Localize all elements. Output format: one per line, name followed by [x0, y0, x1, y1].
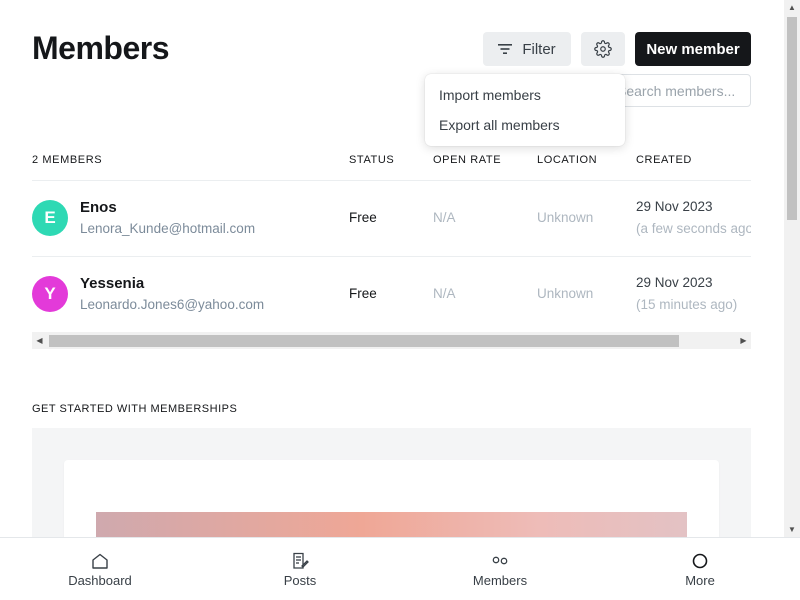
column-header-created[interactable]: CREATED [636, 154, 692, 166]
scroll-left-arrow-icon[interactable]: ◀ [32, 332, 47, 349]
page-vertical-scrollbar[interactable]: ▲ ▼ [784, 0, 800, 537]
member-status: Free [349, 286, 377, 301]
get-started-heading: GET STARTED WITH MEMBERSHIPS [32, 403, 238, 415]
export-all-members-menu-item[interactable]: Export all members [425, 110, 625, 140]
member-email: Leonardo.Jones6@yahoo.com [80, 297, 265, 312]
member-location: Unknown [537, 210, 594, 225]
member-name: Enos [80, 199, 117, 216]
scroll-down-arrow-icon[interactable]: ▼ [784, 522, 800, 537]
avatar: Y [32, 276, 68, 312]
get-started-panel [32, 428, 751, 537]
nav-label-more: More [685, 573, 715, 588]
member-location: Unknown [537, 286, 594, 301]
nav-label-posts: Posts [283, 573, 317, 588]
import-members-menu-item[interactable]: Import members [425, 80, 625, 110]
settings-dropdown-menu: Import members Export all members [425, 74, 625, 146]
table-row[interactable]: Y Yessenia Leonardo.Jones6@yahoo.com Fre… [32, 256, 751, 332]
table-row[interactable]: E Enos Lenora_Kunde@hotmail.com Free N/A… [32, 180, 751, 256]
page-title: Members [32, 30, 170, 66]
filter-button[interactable]: Filter [483, 32, 571, 66]
new-member-button[interactable]: New member [635, 32, 751, 66]
member-name: Yessenia [80, 275, 145, 292]
member-created-ago: (15 minutes ago) [636, 297, 738, 312]
member-created-date: 29 Nov 2023 [636, 199, 713, 214]
scrollbar-thumb[interactable] [787, 17, 797, 220]
nav-item-members[interactable]: Members [400, 538, 600, 600]
bottom-navigation: Dashboard Posts Members More [0, 537, 800, 600]
home-icon [90, 552, 110, 570]
settings-button[interactable] [581, 32, 625, 66]
nav-item-more[interactable]: More [600, 538, 800, 600]
nav-item-dashboard[interactable]: Dashboard [0, 538, 200, 600]
scroll-right-arrow-icon[interactable]: ▶ [736, 332, 751, 349]
member-open-rate: N/A [433, 210, 456, 225]
gear-icon [594, 40, 612, 58]
member-open-rate: N/A [433, 286, 456, 301]
member-created-date: 29 Nov 2023 [636, 275, 713, 290]
members-page: Members Filter New member Import members… [0, 0, 784, 537]
get-started-card [64, 460, 719, 537]
nav-label-dashboard: Dashboard [68, 573, 132, 588]
posts-icon [290, 552, 310, 570]
more-icon [690, 552, 710, 570]
members-icon [490, 552, 510, 570]
scroll-up-arrow-icon[interactable]: ▲ [784, 0, 800, 15]
column-header-location[interactable]: LOCATION [537, 154, 597, 166]
nav-label-members: Members [472, 573, 528, 588]
avatar: E [32, 200, 68, 236]
member-status: Free [349, 210, 377, 225]
table-horizontal-scrollbar[interactable]: ◀ ▶ [32, 332, 751, 349]
nav-item-posts[interactable]: Posts [200, 538, 400, 600]
members-count: 2 MEMBERS [32, 154, 103, 166]
column-header-open-rate[interactable]: OPEN RATE [433, 154, 501, 166]
scrollbar-thumb[interactable] [49, 335, 679, 347]
column-header-status[interactable]: STATUS [349, 154, 394, 166]
filter-label: Filter [522, 40, 556, 58]
filter-icon [498, 44, 513, 54]
member-email: Lenora_Kunde@hotmail.com [80, 221, 256, 236]
member-created-ago: (a few seconds ago) [636, 221, 751, 236]
gradient-banner [96, 512, 687, 537]
